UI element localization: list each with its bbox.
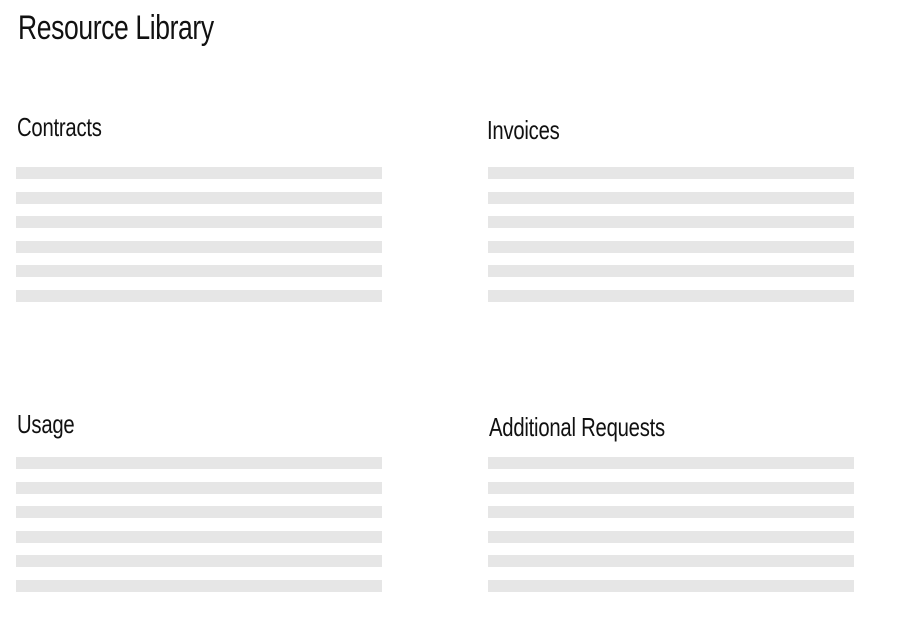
section-title-invoices: Invoices [487, 115, 560, 145]
placeholder-line [488, 289, 854, 302]
placeholder-line [16, 191, 382, 204]
placeholder-line [488, 191, 854, 204]
placeholder-line [16, 555, 382, 568]
section-title-contracts: Contracts [17, 112, 102, 142]
placeholder-line [16, 289, 382, 302]
page-title: Resource Library [18, 9, 214, 47]
placeholder-line [16, 216, 382, 229]
placeholder-line [16, 265, 382, 278]
usage-list [16, 457, 382, 605]
placeholder-line [488, 167, 854, 179]
placeholder-line [16, 167, 382, 179]
placeholder-line [16, 457, 382, 469]
section-title-usage: Usage [17, 409, 75, 439]
contracts-list [16, 167, 382, 315]
placeholder-line [488, 265, 854, 278]
placeholder-line [16, 506, 382, 519]
placeholder-line [488, 457, 854, 469]
section-contracts: Contracts [16, 112, 382, 302]
placeholder-line [488, 240, 854, 253]
section-usage: Usage [16, 409, 382, 592]
placeholder-line [488, 216, 854, 229]
placeholder-line [488, 506, 854, 519]
section-title-additional-requests: Additional Requests [489, 412, 665, 442]
additional-requests-list [488, 457, 854, 605]
placeholder-line [16, 481, 382, 494]
section-invoices: Invoices [487, 115, 854, 302]
placeholder-line [488, 530, 854, 543]
placeholder-line [16, 530, 382, 543]
placeholder-line [16, 240, 382, 253]
invoices-list [488, 167, 854, 315]
section-additional-requests: Additional Requests [488, 412, 854, 592]
placeholder-line [16, 579, 382, 592]
placeholder-line [488, 555, 854, 568]
placeholder-line [488, 481, 854, 494]
placeholder-line [488, 579, 854, 592]
